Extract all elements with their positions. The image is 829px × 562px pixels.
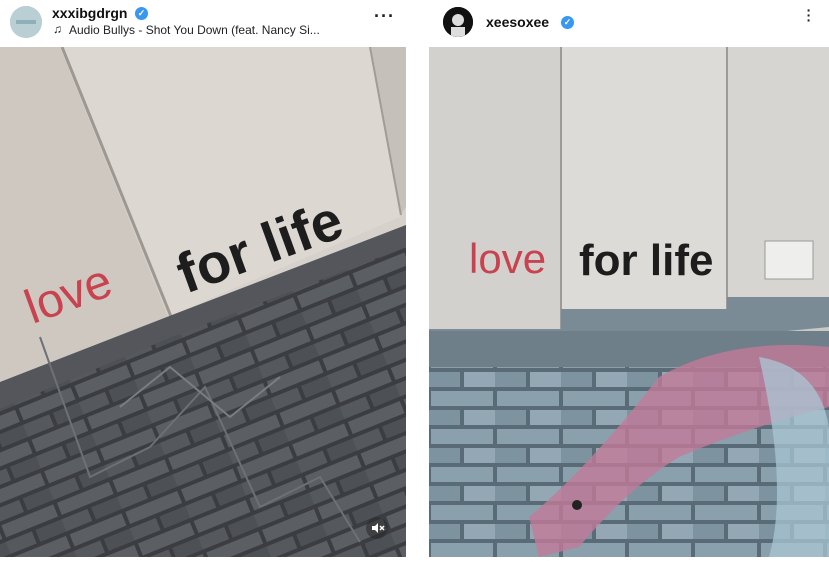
username[interactable]: xxxibgdrgn — [52, 5, 127, 21]
music-track[interactable]: Audio Bullys - Shot You Down (feat. Nanc… — [69, 23, 320, 37]
graffiti-photo: love for life — [429, 47, 829, 557]
username[interactable]: xeesoxee — [486, 14, 549, 30]
post-image[interactable]: love for life — [429, 47, 829, 557]
avatar[interactable] — [10, 6, 42, 38]
post-1: xxxibgdrgn ✓ ♫ Audio Bullys - Shot You D… — [0, 0, 414, 562]
speaker-muted-icon[interactable] — [366, 517, 388, 539]
avatar-image — [443, 7, 473, 37]
verified-badge-icon: ✓ — [561, 16, 574, 29]
verified-badge-icon: ✓ — [135, 7, 148, 20]
more-vertical-icon[interactable]: · · · — [804, 3, 814, 27]
post-header: xxxibgdrgn ✓ ♫ Audio Bullys - Shot You D… — [0, 0, 414, 46]
post-video[interactable]: love for life — [0, 47, 406, 557]
graffiti-photo: love for life — [0, 47, 406, 557]
avatar[interactable] — [443, 7, 473, 37]
music-note-icon: ♫ — [53, 22, 62, 36]
avatar-image — [10, 6, 42, 38]
graffiti-text-for-life: for life — [579, 236, 713, 285]
post-header: xeesoxee ✓ · · · — [422, 0, 829, 46]
more-horizontal-icon[interactable]: ··· — [374, 6, 395, 27]
graffiti-text-love: love — [469, 235, 546, 282]
post-2: xeesoxee ✓ · · · love for life — [422, 0, 829, 562]
